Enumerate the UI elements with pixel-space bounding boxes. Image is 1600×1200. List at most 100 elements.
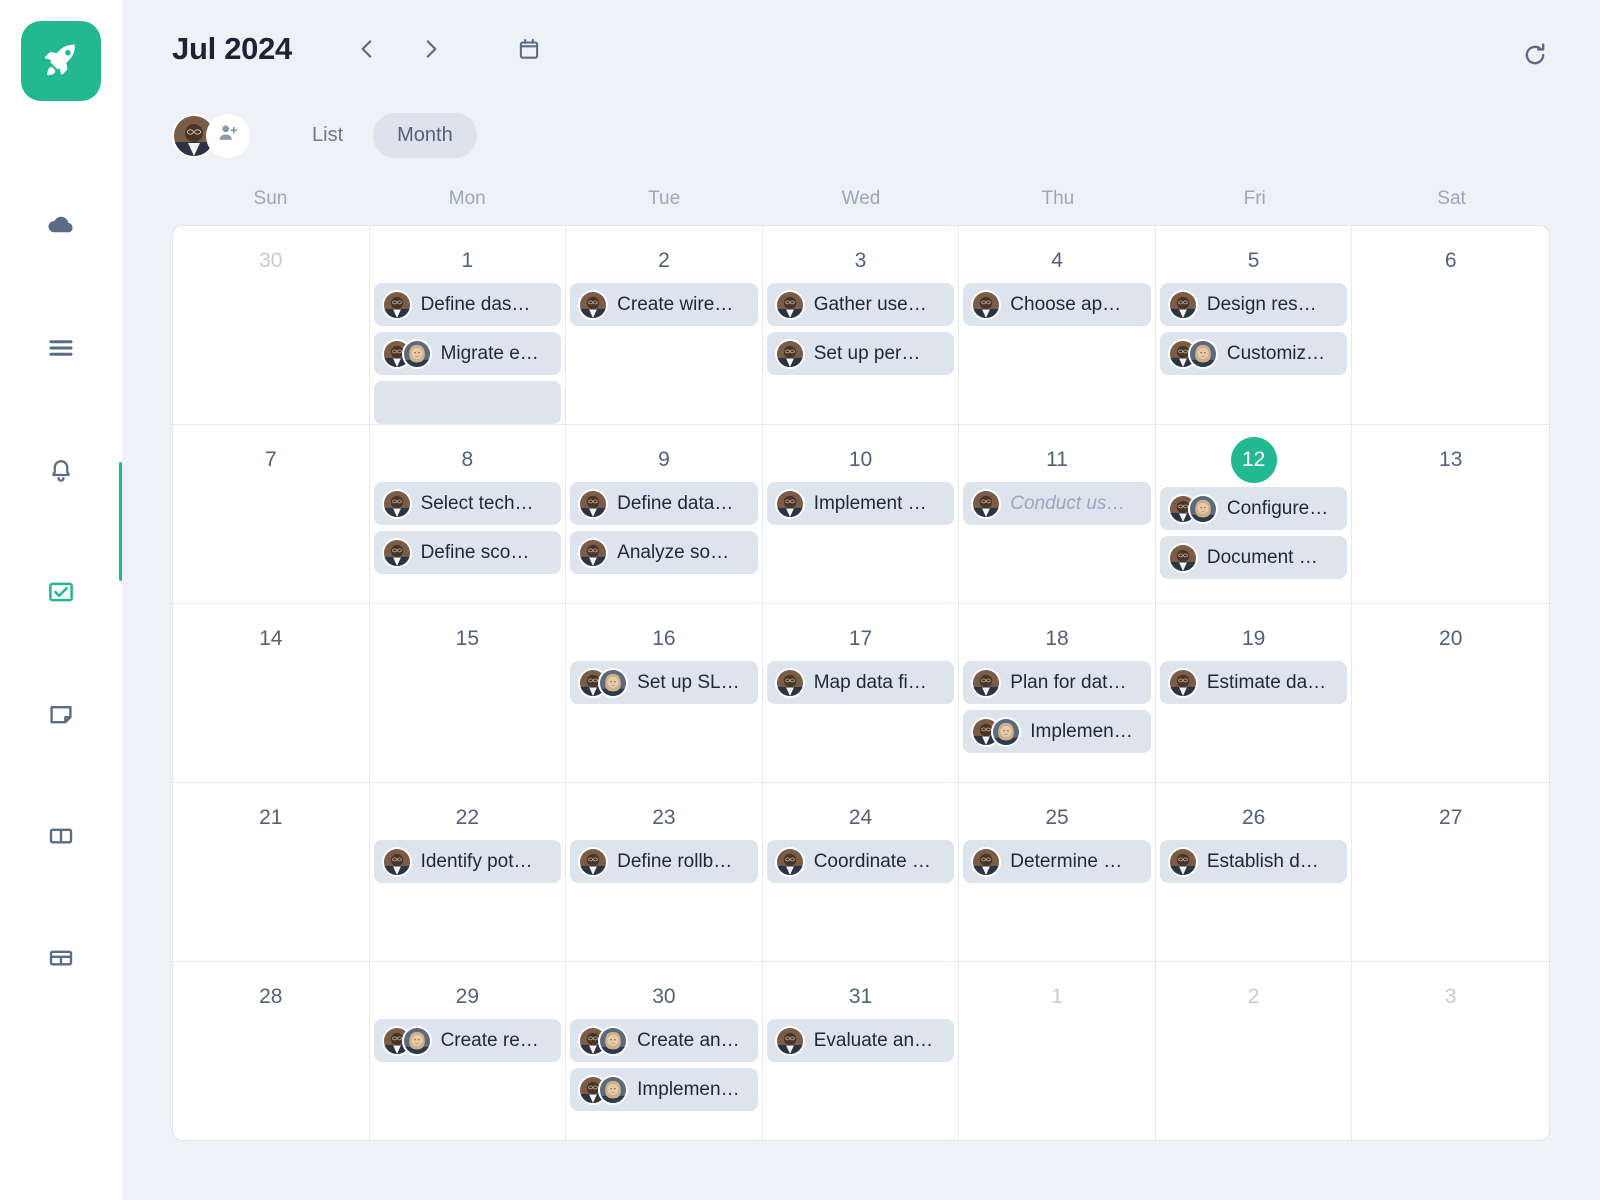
calendar-day-cell[interactable]: 3 Gather use… Set up per…: [763, 226, 960, 424]
calendar-day-cell[interactable]: 30: [173, 226, 370, 424]
task-chip[interactable]: Implemen…: [963, 710, 1151, 753]
task-chip[interactable]: Create re…: [373, 1019, 562, 1062]
task-chip[interactable]: Set up SL…: [570, 661, 758, 704]
calendar-day-cell[interactable]: 24 Coordinate …: [763, 783, 960, 961]
sidebar-item-tasks[interactable]: [0, 531, 122, 653]
day-number: 19: [1241, 627, 1266, 650]
tab-month[interactable]: Month: [373, 113, 477, 158]
day-number: 18: [1045, 627, 1069, 650]
task-chip[interactable]: Map data fi…: [766, 661, 955, 704]
day-number: 23: [652, 806, 676, 829]
calendar-day-cell[interactable]: 13: [1352, 425, 1549, 603]
next-month-button[interactable]: [416, 34, 446, 64]
calendar-day-cell[interactable]: 12 Configure… Document …: [1156, 425, 1353, 603]
calendar-day-cell[interactable]: 7: [173, 425, 370, 603]
task-chip[interactable]: Define das…: [373, 283, 562, 326]
calendar-day-cell[interactable]: 23 Define rollb…: [566, 783, 763, 961]
calendar-day-cell[interactable]: 3: [1352, 962, 1549, 1140]
task-chip[interactable]: Choose ap…: [963, 283, 1151, 326]
calendar-day-cell[interactable]: 21: [173, 783, 370, 961]
calendar-day-cell[interactable]: 20: [1352, 604, 1549, 782]
task-chip[interactable]: Determine …: [963, 840, 1151, 883]
calendar-day-cell[interactable]: 17 Map data fi…: [763, 604, 960, 782]
sidebar-item-notifications[interactable]: [0, 409, 122, 531]
day-number: 20: [1439, 627, 1463, 650]
calendar-day-cell[interactable]: 31 Evaluate an…: [763, 962, 960, 1140]
calendar-day-cell[interactable]: 16 Set up SL…: [566, 604, 763, 782]
calendar-day-cell[interactable]: 27: [1352, 783, 1549, 961]
calendar-day-cell[interactable]: 1 Define das… Migrate e…: [370, 226, 567, 424]
task-assignee-avatars: [971, 846, 1002, 877]
prev-month-button[interactable]: [352, 34, 382, 64]
task-title: Customiz…: [1226, 342, 1326, 364]
calendar-day-cell[interactable]: 4 Choose ap…: [959, 226, 1156, 424]
calendar-day-cell[interactable]: 8 Select tech… Define sco…: [370, 425, 567, 603]
task-chip[interactable]: Plan for dat…: [963, 661, 1151, 704]
task-chip[interactable]: Implemen…: [570, 1068, 758, 1111]
task-chip[interactable]: Identify pot…: [373, 840, 562, 883]
task-title: Create an…: [637, 1029, 740, 1051]
calendar-day-cell[interactable]: 6: [1352, 226, 1549, 424]
task-chip[interactable]: Define sco…: [373, 531, 562, 574]
calendar-day-cell[interactable]: 30 Create an… Implemen…: [566, 962, 763, 1140]
task-chip[interactable]: Implement …: [766, 482, 955, 525]
app-logo[interactable]: [21, 21, 101, 101]
task-chip[interactable]: Define rollb…: [570, 840, 758, 883]
calendar-day-cell[interactable]: 15: [370, 604, 567, 782]
calendar-day-cell[interactable]: 1: [959, 962, 1156, 1140]
calendar-day-cell[interactable]: 25 Determine …: [959, 783, 1156, 961]
refresh-button[interactable]: [1520, 40, 1550, 70]
task-chip[interactable]: Establish d…: [1159, 840, 1348, 883]
add-member-button[interactable]: [206, 113, 250, 158]
today-calendar-button[interactable]: [514, 34, 544, 64]
calendar-day-cell[interactable]: 26 Establish d…: [1156, 783, 1353, 961]
task-chip[interactable]: [373, 381, 562, 424]
calendar-day-cell[interactable]: 9 Define data… Analyze so…: [566, 425, 763, 603]
task-chip[interactable]: Evaluate an…: [766, 1019, 955, 1062]
sidebar-item-notes[interactable]: [0, 653, 122, 775]
task-chip[interactable]: Analyze so…: [570, 531, 758, 574]
sidebar-item-table[interactable]: [0, 897, 122, 1019]
task-chip[interactable]: Create wire…: [570, 283, 758, 326]
task-chip[interactable]: Define data…: [570, 482, 758, 525]
calendar-day-cell[interactable]: 10 Implement …: [763, 425, 960, 603]
day-number: 17: [848, 627, 873, 650]
sidebar-item-cloud[interactable]: [0, 165, 122, 287]
day-task-list: Set up SL…: [570, 661, 758, 704]
calendar-week-row: 21 22 Identify pot… 23 Define rollb… 24 Coordi…: [173, 782, 1549, 961]
task-title: Identify pot…: [420, 850, 533, 872]
avatar: [598, 1074, 629, 1105]
avatar: [774, 846, 805, 877]
task-chip[interactable]: Set up per…: [766, 332, 955, 375]
task-chip[interactable]: Select tech…: [373, 482, 562, 525]
sidebar-item-list[interactable]: [0, 287, 122, 409]
calendar-day-cell[interactable]: 5 Design res… Customiz…: [1156, 226, 1353, 424]
task-chip[interactable]: Customiz…: [1159, 332, 1348, 375]
month-calendar-grid: 30 1 Define das… Migrate e… 2 Create wire… 3 Ga…: [172, 225, 1550, 1141]
task-chip[interactable]: Estimate da…: [1159, 661, 1348, 704]
calendar-day-cell[interactable]: 18 Plan for dat… Implemen…: [959, 604, 1156, 782]
calendar-day-cell[interactable]: 14: [173, 604, 370, 782]
day-number: 15: [455, 627, 480, 650]
task-chip[interactable]: Gather use…: [766, 283, 955, 326]
task-title: Set up per…: [813, 342, 921, 364]
calendar-day-cell[interactable]: 29 Create re…: [370, 962, 567, 1140]
task-chip[interactable]: Coordinate …: [766, 840, 955, 883]
tab-list[interactable]: List: [288, 113, 367, 158]
calendar-day-cell[interactable]: 22 Identify pot…: [370, 783, 567, 961]
sidebar-item-board[interactable]: [0, 775, 122, 897]
calendar-day-cell[interactable]: 2: [1156, 962, 1353, 1140]
calendar-day-cell[interactable]: 19 Estimate da…: [1156, 604, 1353, 782]
calendar-day-cell[interactable]: 11 Conduct us…: [959, 425, 1156, 603]
task-chip[interactable]: Migrate e…: [373, 332, 562, 375]
calendar-day-cell[interactable]: 28: [173, 962, 370, 1140]
task-chip[interactable]: Conduct us…: [963, 482, 1151, 525]
task-chip[interactable]: Design res…: [1159, 283, 1348, 326]
weekday-label: Mon: [448, 188, 486, 209]
task-chip[interactable]: Document …: [1159, 536, 1348, 579]
calendar-day-cell[interactable]: 2 Create wire…: [566, 226, 763, 424]
task-chip[interactable]: Create an…: [570, 1019, 758, 1062]
avatar: [971, 667, 1002, 698]
task-chip[interactable]: Configure…: [1159, 487, 1348, 530]
task-title: Determine …: [1010, 850, 1123, 872]
